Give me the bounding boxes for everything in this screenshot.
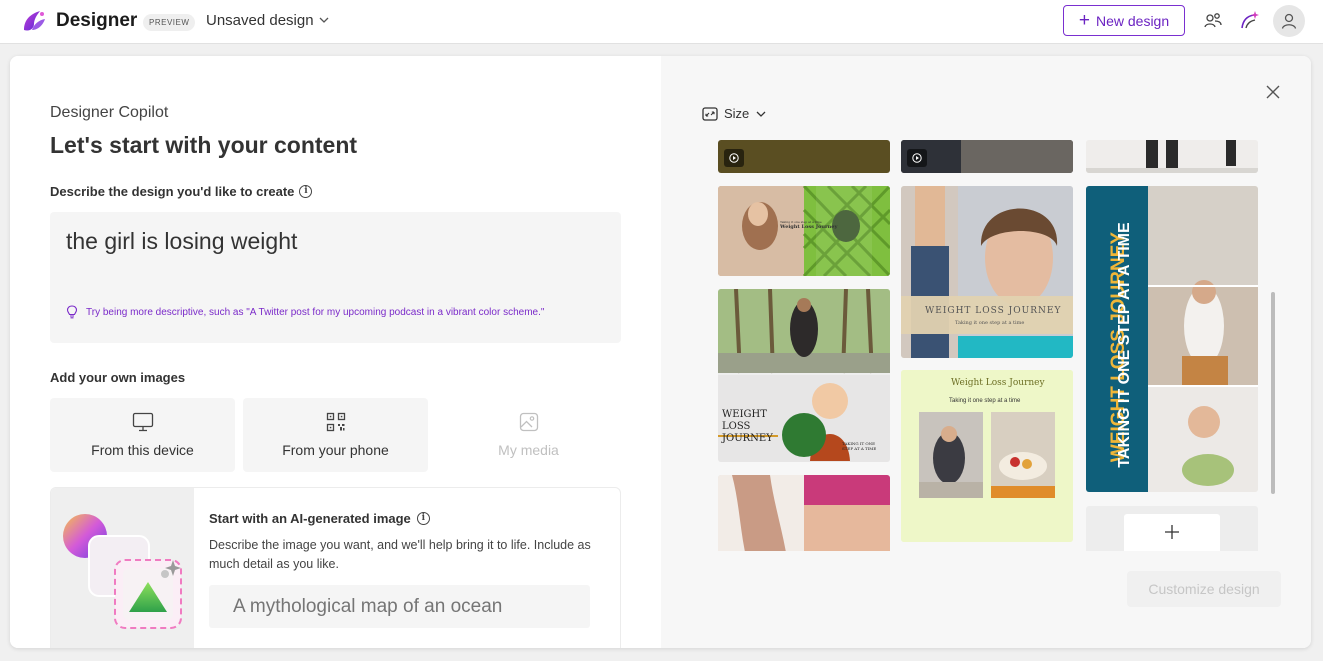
customize-design-button[interactable]: Customize design bbox=[1127, 571, 1281, 607]
gallery-scrollbar[interactable] bbox=[1271, 292, 1275, 494]
design-tile-7[interactable]: WEIGHT LOSS JOURNEY TAKING IT ONE STEP A… bbox=[1086, 186, 1258, 492]
design-tile-4[interactable]: WEIGHT LOSS JOURNEY Taking it one step a… bbox=[901, 186, 1073, 358]
tile-1-subtitle: Taking it one step at a time bbox=[780, 220, 822, 224]
share-people-icon[interactable] bbox=[1200, 8, 1226, 34]
page-title: Let's start with your content bbox=[50, 132, 358, 158]
tile-4-subtitle: Taking it one step at a time bbox=[955, 320, 1025, 326]
design-tile-video-1[interactable] bbox=[718, 140, 890, 173]
video-icon bbox=[907, 149, 927, 167]
tile-2-subtitle: TAKING IT ONE STEP AT A TIME bbox=[842, 441, 877, 451]
tile-photo bbox=[1086, 140, 1258, 173]
design-tile-6[interactable] bbox=[1086, 140, 1258, 173]
image-icon bbox=[519, 412, 538, 432]
app-name: Designer bbox=[56, 10, 138, 31]
resize-icon bbox=[702, 106, 718, 121]
design-tile-1[interactable]: Weight Loss Journey Taking it one step a… bbox=[718, 186, 890, 276]
tile-7-subtitle: TAKING IT ONE STEP AT A TIME bbox=[1116, 222, 1133, 468]
designer-sparkle-icon[interactable] bbox=[1236, 8, 1262, 34]
ai-image-prompt-input[interactable] bbox=[209, 585, 590, 628]
ai-card-title: Start with an AI-generated image bbox=[209, 511, 411, 526]
tile-2-title: WEIGHT LOSS JOURNEY bbox=[722, 409, 773, 444]
designer-logo-icon[interactable] bbox=[20, 8, 48, 36]
prompt-tip: Try being more descriptive, such as "A T… bbox=[66, 305, 544, 319]
from-phone-label: From your phone bbox=[282, 442, 389, 458]
my-media-button[interactable]: My media bbox=[436, 398, 621, 472]
ai-card-description: Describe the image you want, and we'll h… bbox=[209, 538, 591, 571]
size-dropdown[interactable]: Size bbox=[702, 106, 767, 121]
tile-5-subtitle: Taking it one step at a time bbox=[949, 398, 1021, 404]
ai-info-icon[interactable]: i bbox=[416, 512, 430, 525]
ai-image-card: Start with an AI-generated image i Descr… bbox=[50, 487, 621, 648]
ai-layers-illustration bbox=[63, 514, 182, 629]
size-label: Size bbox=[724, 106, 750, 121]
tile-photo bbox=[901, 186, 1073, 358]
my-media-label: My media bbox=[498, 442, 559, 458]
design-tile-5[interactable]: Weight Loss Journey Taking it one step a… bbox=[901, 370, 1073, 542]
qr-code-icon bbox=[326, 412, 345, 432]
describe-label: Describe the design you'd like to create bbox=[50, 184, 295, 199]
design-tile-3[interactable] bbox=[718, 475, 890, 551]
tile-photo bbox=[718, 186, 890, 276]
document-title[interactable]: Unsaved design bbox=[206, 12, 314, 29]
design-gallery: Weight Loss Journey Taking it one step a… bbox=[701, 140, 1261, 551]
from-device-button[interactable]: From this device bbox=[50, 398, 235, 472]
add-more-button[interactable] bbox=[1124, 514, 1220, 551]
plus-icon: + bbox=[1078, 10, 1090, 31]
prompt-value[interactable]: the girl is losing weight bbox=[66, 228, 297, 255]
tile-5-title: Weight Loss Journey bbox=[951, 378, 1045, 388]
design-tile-2[interactable]: WEIGHT LOSS JOURNEY TAKING IT ONE STEP A… bbox=[718, 289, 890, 462]
suggestions-panel: Size Weight Loss Journey Taking it one s… bbox=[661, 56, 1311, 648]
designer-copilot-dialog: Designer Copilot Let's start with your c… bbox=[10, 56, 1311, 648]
tile-photo bbox=[718, 475, 890, 551]
tile-photo bbox=[901, 370, 1073, 542]
user-icon bbox=[1281, 13, 1297, 29]
describe-label-row: Describe the design you'd like to create… bbox=[50, 184, 313, 199]
ai-illustration bbox=[51, 488, 194, 648]
video-icon bbox=[724, 149, 744, 167]
monitor-icon bbox=[132, 412, 153, 432]
prompt-input[interactable]: the girl is losing weight Try being more… bbox=[50, 212, 621, 343]
preview-badge: PREVIEW bbox=[143, 14, 196, 31]
close-icon[interactable] bbox=[1263, 82, 1283, 102]
from-device-label: From this device bbox=[91, 442, 194, 458]
new-design-button[interactable]: + New design bbox=[1063, 5, 1185, 36]
avatar[interactable] bbox=[1273, 5, 1305, 37]
lightbulb-icon bbox=[66, 305, 78, 319]
design-tile-video-2[interactable] bbox=[901, 140, 1073, 173]
copilot-label: Designer Copilot bbox=[50, 104, 169, 121]
chevron-down-icon bbox=[756, 111, 766, 117]
tile-1-title: Weight Loss Journey bbox=[780, 224, 838, 230]
plus-icon bbox=[1165, 525, 1179, 539]
add-more-tile[interactable] bbox=[1086, 506, 1258, 551]
ai-card-title-row: Start with an AI-generated image i bbox=[209, 511, 430, 526]
info-icon[interactable]: i bbox=[299, 185, 313, 198]
top-bar: Designer PREVIEW Unsaved design + New de… bbox=[0, 0, 1323, 44]
prompt-tip-text: Try being more descriptive, such as "A T… bbox=[86, 306, 545, 318]
tile-4-title: WEIGHT LOSS JOURNEY bbox=[925, 306, 1062, 316]
new-design-label: New design bbox=[1095, 12, 1170, 29]
from-phone-button[interactable]: From your phone bbox=[243, 398, 428, 472]
add-images-label: Add your own images bbox=[50, 370, 186, 385]
prompt-panel: Designer Copilot Let's start with your c… bbox=[10, 56, 661, 648]
chevron-down-icon[interactable] bbox=[317, 13, 331, 27]
